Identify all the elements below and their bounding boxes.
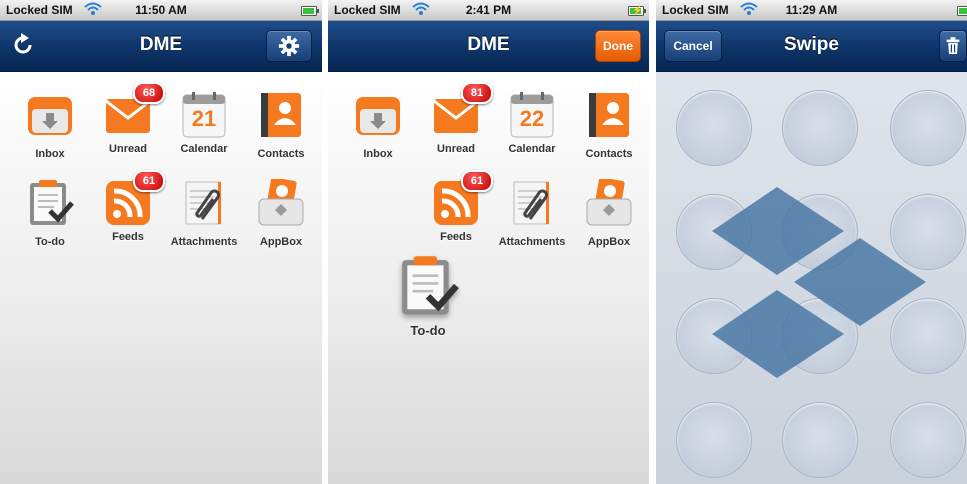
contacts-icon	[589, 93, 629, 137]
page-title: Swipe	[784, 34, 839, 55]
battery-charging-icon: ⚡	[628, 5, 646, 16]
gear-icon	[278, 35, 300, 57]
appbox-icon	[258, 177, 304, 226]
app-feeds[interactable]: 61 Feeds	[89, 170, 167, 243]
app-label: Attachments	[498, 236, 566, 248]
swipe-gesture-area[interactable]	[656, 72, 967, 484]
app-attachments[interactable]: Attachments	[165, 179, 243, 248]
calendar-icon: 21	[180, 91, 228, 139]
app-appbox[interactable]: AppBox	[242, 177, 320, 248]
app-grid: Inbox 68 Unread 21 Calendar Contacts To-…	[0, 72, 322, 484]
delete-button[interactable]	[939, 30, 967, 62]
clock: 2:41 PM	[465, 3, 512, 17]
settings-button[interactable]	[266, 30, 312, 62]
app-unread[interactable]: 81 Unread	[417, 82, 495, 155]
done-button[interactable]: Done	[595, 30, 641, 62]
inbox-icon	[28, 97, 72, 135]
app-label: Attachments	[170, 236, 238, 248]
app-contacts[interactable]: Contacts	[242, 91, 320, 160]
calendar-day: 21	[191, 106, 217, 131]
screen-swipe: Locked SIM 11:29 AM Cancel Swipe	[656, 0, 967, 484]
app-label: Inbox	[35, 148, 65, 160]
screen-home: Locked SIM 11:50 AM DME Inbox 68 Unread …	[0, 0, 322, 484]
app-calendar[interactable]: 22 Calendar	[493, 91, 571, 155]
app-feeds[interactable]: 61 Feeds	[417, 170, 495, 243]
calendar-day: 22	[519, 106, 545, 131]
app-todo[interactable]: To-do	[11, 179, 89, 248]
swipe-gesture-path	[712, 187, 926, 378]
status-bar: Locked SIM 11:50 AM	[0, 0, 322, 21]
app-appbox[interactable]: AppBox	[570, 177, 648, 248]
paperclip-document-icon	[185, 181, 221, 225]
navigation-bar: DME	[0, 21, 322, 72]
todo-clipboard-icon	[402, 256, 459, 315]
status-bar: Locked SIM 2:41 PM ⚡	[328, 0, 649, 21]
feeds-count-badge: 61	[461, 170, 493, 192]
paperclip-document-icon	[513, 181, 549, 225]
app-unread[interactable]: 68 Unread	[89, 82, 167, 155]
app-calendar[interactable]: 21 Calendar	[165, 91, 243, 155]
app-label: Calendar	[180, 143, 228, 155]
app-label: To-do	[410, 323, 446, 338]
navigation-bar: Cancel Swipe	[656, 21, 967, 72]
app-label: Inbox	[363, 148, 393, 160]
app-label: Feeds	[440, 231, 472, 243]
battery-icon	[301, 6, 319, 16]
app-inbox[interactable]: Inbox	[339, 91, 417, 160]
todo-clipboard-icon	[30, 180, 74, 225]
unread-count-badge: 81	[461, 82, 493, 104]
battery-icon	[957, 6, 967, 16]
app-attachments[interactable]: Attachments	[493, 179, 571, 248]
app-label: Feeds	[112, 231, 144, 243]
calendar-icon: 22	[508, 91, 556, 139]
contacts-icon	[261, 93, 301, 137]
app-label: Contacts	[585, 148, 633, 160]
clock: 11:29 AM	[785, 3, 838, 17]
app-label: To-do	[35, 236, 65, 248]
app-label: Contacts	[257, 148, 305, 160]
app-label: AppBox	[587, 236, 631, 248]
app-label: Calendar	[508, 143, 556, 155]
screen-edit-layout: Locked SIM 2:41 PM ⚡ DME Done Inbox 81 U…	[328, 0, 649, 484]
feeds-count-badge: 61	[133, 170, 165, 192]
app-label: AppBox	[259, 236, 303, 248]
app-contacts[interactable]: Contacts	[570, 91, 648, 160]
navigation-bar: DME Done	[328, 21, 649, 72]
unread-count-badge: 68	[133, 82, 165, 104]
clock: 11:50 AM	[135, 3, 187, 17]
status-bar: Locked SIM 11:29 AM	[656, 0, 967, 21]
trash-icon	[946, 37, 960, 54]
app-inbox[interactable]: Inbox	[11, 91, 89, 160]
inbox-icon	[356, 97, 400, 135]
app-todo-dragging[interactable]: To-do	[390, 255, 466, 338]
app-label: Unread	[437, 143, 475, 155]
app-grid: Inbox 81 Unread 22 Calendar Contacts 61 …	[328, 72, 649, 484]
app-label: Unread	[109, 143, 147, 155]
appbox-icon	[586, 177, 632, 226]
